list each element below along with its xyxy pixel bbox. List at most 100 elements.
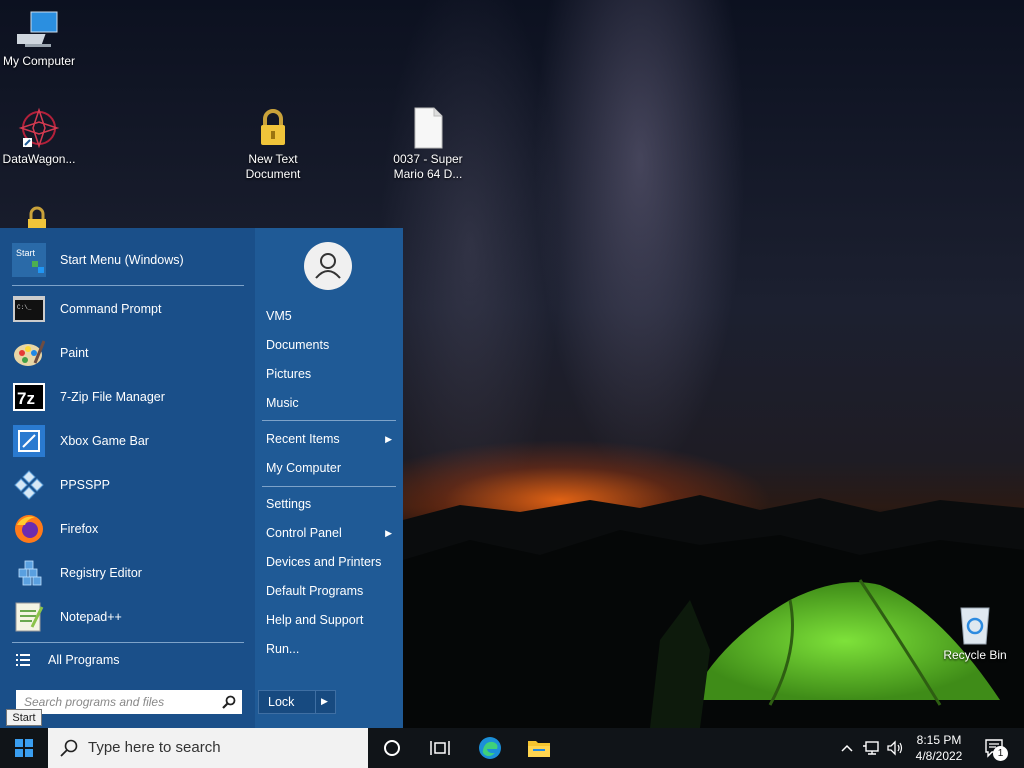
program-label: Command Prompt (60, 302, 162, 316)
svg-text:C:\_: C:\_ (17, 304, 32, 311)
search-placeholder: Search programs and files (24, 695, 165, 709)
windows-logo-icon (15, 739, 33, 757)
speaker-icon (887, 740, 903, 756)
submenu-arrow-icon: ▶ (385, 434, 392, 444)
svg-text:7z: 7z (17, 389, 35, 408)
separator (262, 420, 396, 421)
desktop-icon-new-text-document[interactable]: New Text Document (231, 106, 315, 182)
volume-button[interactable] (884, 728, 906, 768)
program-xbox-game-bar[interactable]: Xbox Game Bar (12, 421, 244, 461)
menu-item-control-panel[interactable]: Control Panel ▶ (266, 521, 394, 545)
desktop-icon-my-computer[interactable]: My Computer (0, 8, 81, 69)
separator (12, 642, 244, 643)
ppsspp-icon (12, 468, 46, 502)
desktop-icon-datawagon[interactable]: DataWagon... (0, 106, 81, 167)
program-label: Notepad++ (60, 610, 122, 624)
lock-button[interactable]: Lock ▶ (258, 690, 336, 714)
menu-item-recent-items[interactable]: Recent Items ▶ (266, 427, 394, 451)
search-icon (60, 739, 78, 757)
notification-badge: 1 (993, 746, 1008, 761)
program-label: Registry Editor (60, 566, 142, 580)
separator (262, 486, 396, 487)
network-icon (863, 741, 879, 755)
program-registry-editor[interactable]: Registry Editor (12, 553, 244, 593)
divider (315, 691, 316, 713)
start-menu: Start Start Menu (Windows) C:\_ Command … (0, 228, 403, 728)
program-ppsspp[interactable]: PPSSPP (12, 465, 244, 505)
taskbar-search-text: Type here to search (88, 739, 221, 756)
all-programs-label: All Programs (48, 653, 120, 667)
separator (12, 285, 244, 286)
menu-item-pictures[interactable]: Pictures (266, 362, 394, 386)
computer-icon (17, 11, 58, 47)
show-hidden-icons-button[interactable] (838, 728, 856, 768)
search-icon (222, 695, 236, 709)
7zip-icon: 7z (12, 380, 46, 414)
clock-date: 4/8/2022 (915, 749, 963, 763)
menu-item-devices-printers[interactable]: Devices and Printers (266, 550, 394, 574)
program-label: 7-Zip File Manager (60, 390, 165, 404)
menu-item-help-support[interactable]: Help and Support (266, 608, 394, 632)
lock-file-icon (261, 109, 285, 145)
desktop-icon-label: Recycle Bin (943, 648, 1007, 662)
notepadpp-icon (12, 600, 46, 634)
menu-item-my-computer[interactable]: My Computer (266, 456, 394, 480)
chevron-up-icon (841, 744, 853, 752)
start-menu-icon: Start (12, 243, 46, 277)
recycle-bin-icon (960, 607, 990, 645)
cortana-icon (384, 740, 400, 756)
lock-label: Lock (268, 695, 295, 709)
taskbar: Type here to search 8:15 PM 4/8/2022 1 (0, 728, 1024, 768)
desktop-icon-label: New Text Document (245, 152, 301, 181)
clock[interactable]: 8:15 PM 4/8/2022 (908, 728, 970, 768)
file-icon (414, 107, 443, 149)
lock-options-arrow-icon[interactable]: ▶ (321, 696, 328, 707)
paint-icon (12, 336, 46, 370)
partial-lock-icon (28, 206, 46, 228)
program-label: Start Menu (Windows) (60, 253, 184, 267)
user-avatar[interactable] (304, 242, 352, 290)
desktop-icon-super-mario[interactable]: 0037 - Super Mario 64 D... (386, 106, 470, 182)
user-icon (315, 253, 341, 279)
program-notepadpp[interactable]: Notepad++ (12, 597, 244, 637)
firefox-icon (12, 512, 46, 546)
desktop-icon-recycle-bin[interactable]: Recycle Bin (933, 602, 1017, 663)
start-tooltip: Start (6, 709, 42, 726)
folder-icon (528, 741, 550, 757)
xbox-icon (12, 424, 46, 458)
task-view-icon (430, 741, 450, 755)
taskbar-search-box[interactable]: Type here to search (48, 728, 368, 768)
program-command-prompt[interactable]: C:\_ Command Prompt (12, 289, 244, 329)
program-start-menu-windows[interactable]: Start Start Menu (Windows) (12, 240, 244, 280)
cortana-button[interactable] (372, 728, 412, 768)
menu-item-run[interactable]: Run... (266, 637, 394, 661)
datawagon-icon (18, 107, 60, 149)
desktop-icon-label: 0037 - Super Mario 64 D... (393, 152, 463, 181)
desktop-icon-label: DataWagon... (2, 152, 76, 166)
start-button[interactable] (0, 728, 48, 768)
task-view-button[interactable] (420, 728, 460, 768)
menu-item-settings[interactable]: Settings (266, 492, 394, 516)
program-label: PPSSPP (60, 478, 111, 492)
program-label: Paint (60, 346, 89, 360)
menu-item-documents[interactable]: Documents (266, 333, 394, 357)
desktop-icon-label: My Computer (2, 54, 76, 68)
svg-text:Start: Start (16, 248, 36, 258)
network-button[interactable] (860, 728, 882, 768)
menu-item-vm5[interactable]: VM5 (266, 304, 394, 328)
action-center-button[interactable]: 1 (980, 728, 1010, 768)
program-label: Xbox Game Bar (60, 434, 149, 448)
start-search-input[interactable]: Search programs and files (16, 690, 242, 714)
program-paint[interactable]: Paint (12, 333, 244, 373)
edge-taskbar-button[interactable] (470, 728, 510, 768)
program-7zip[interactable]: 7z 7-Zip File Manager (12, 377, 244, 417)
cmd-icon: C:\_ (12, 292, 46, 326)
menu-item-default-programs[interactable]: Default Programs (266, 579, 394, 603)
program-firefox[interactable]: Firefox (12, 509, 244, 549)
list-icon (12, 643, 34, 677)
all-programs-button[interactable]: All Programs (12, 646, 244, 674)
file-explorer-taskbar-button[interactable] (518, 728, 560, 768)
menu-item-music[interactable]: Music (266, 391, 394, 415)
clock-time: 8:15 PM (916, 733, 962, 747)
submenu-arrow-icon: ▶ (385, 528, 392, 538)
